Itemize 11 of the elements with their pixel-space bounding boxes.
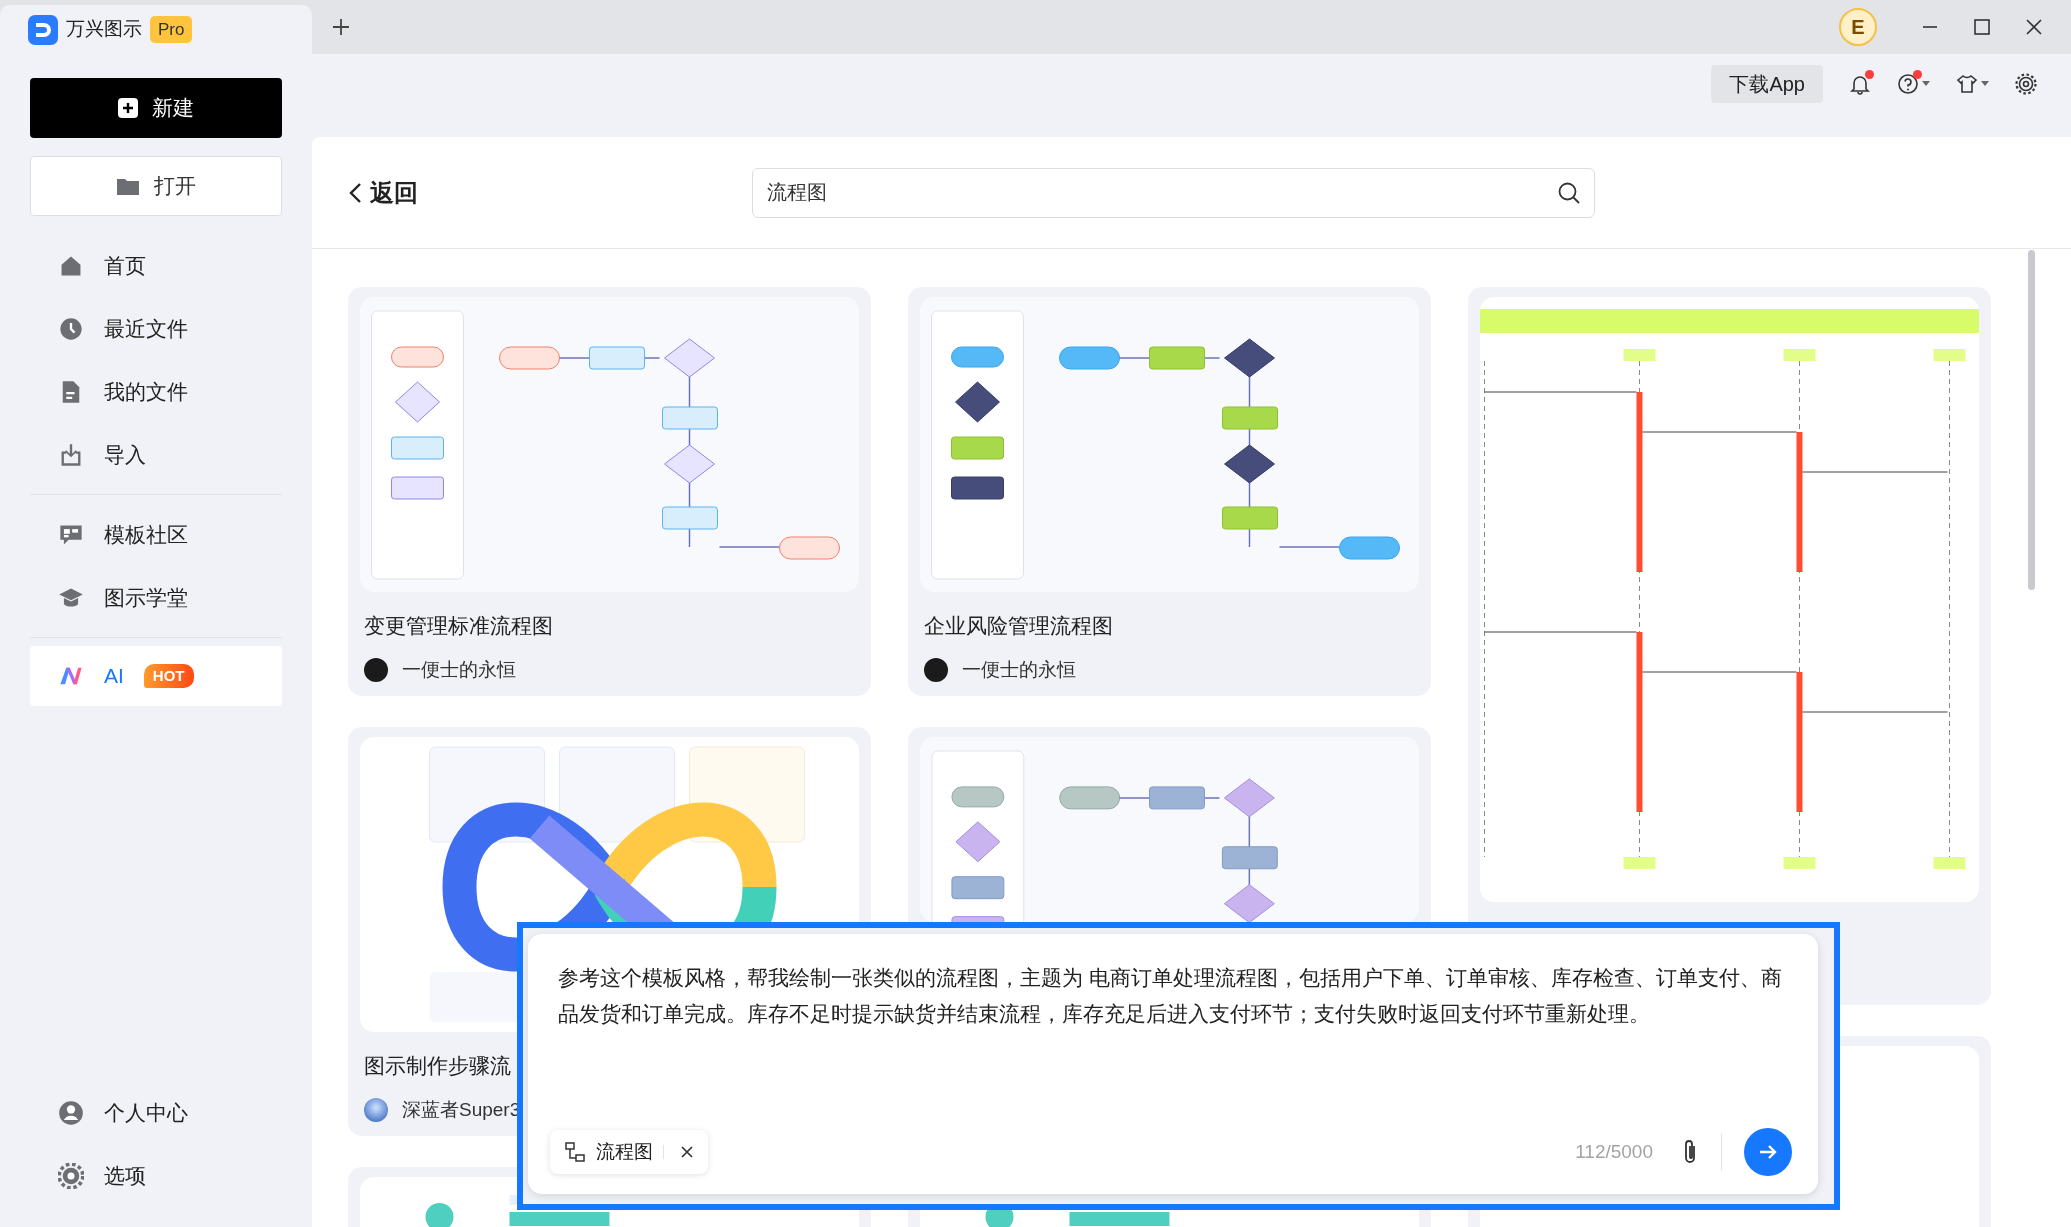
- character-counter: 112/5000: [1575, 1139, 1653, 1164]
- author-name: 一便士的永恒: [402, 657, 516, 682]
- hot-badge: HOT: [143, 663, 194, 689]
- pro-badge: Pro: [150, 15, 193, 44]
- prompt-text: 参考这个模板风格，帮我绘制一张类似的流程图，主题为 电商订单处理流程图，包括用户下单、订单审核、库存检查、订单支付、商品发货和订单完成。库存不足时提示缺货并结束流程，库存充足后进入支付环节；支付失败时返回支付环节重新处理。: [558, 965, 1783, 1027]
- template-title: 变更管理标准流程图: [364, 613, 554, 639]
- tag-label: 流程图: [596, 1139, 653, 1164]
- app-name: 万兴图示: [66, 17, 142, 42]
- template-title: 企业风险管理流程图: [924, 613, 1114, 639]
- author-name: 一便士的永恒: [962, 657, 1076, 682]
- template-title: 图示制作步骤流: [364, 1053, 512, 1079]
